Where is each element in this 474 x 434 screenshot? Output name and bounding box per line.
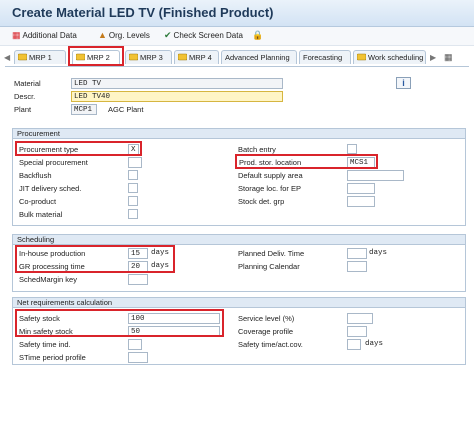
- tab-scroll-left-icon[interactable]: ◀: [4, 53, 10, 62]
- additional-data-button[interactable]: ▦ Additional Data: [12, 29, 77, 42]
- tab-mrp-3[interactable]: MRP 3: [125, 50, 172, 64]
- default-supply-area-label: Default supply area: [238, 171, 303, 180]
- tab-status-icon: [177, 52, 188, 61]
- org-levels-icon: ▲: [98, 30, 107, 40]
- batch-entry-label: Batch entry: [238, 145, 276, 154]
- plant-name: AGC Plant: [108, 105, 144, 114]
- highlight-safety-stock: [15, 309, 224, 337]
- check-screen-data-icon: ✔: [164, 30, 172, 40]
- description-field[interactable]: LED TV40: [71, 91, 283, 102]
- highlight-scheduling-times: [15, 245, 175, 273]
- check-screen-data-button[interactable]: ✔ Check Screen Data: [164, 29, 243, 42]
- stock-det-grp-label: Stock det. grp: [238, 197, 285, 206]
- net-requirements-group-title: Net requirements calculation: [13, 298, 465, 308]
- storage-loc-ep-label: Storage loc. for EP: [238, 184, 301, 193]
- batch-entry-checkbox[interactable]: [347, 144, 357, 154]
- schedmargin-key-label: SchedMargin key: [19, 275, 77, 284]
- tab-status-icon: [356, 52, 367, 61]
- tab-advanced-planning[interactable]: Advanced Planning: [221, 50, 297, 64]
- additional-data-label: Additional Data: [22, 31, 77, 40]
- safety-time-actcov-field[interactable]: [347, 339, 361, 350]
- info-icon[interactable]: i: [396, 77, 411, 89]
- tab-mrp-4[interactable]: MRP 4: [174, 50, 219, 64]
- tab-mrp-1[interactable]: MRP 1: [14, 50, 66, 64]
- tab-label: MRP 1: [29, 53, 52, 62]
- highlight-procurement-type: [15, 141, 142, 156]
- tab-label: MRP 3: [140, 53, 163, 62]
- bulk-material-checkbox[interactable]: [128, 209, 138, 219]
- safety-time-ind-label: Safety time ind.: [19, 340, 71, 349]
- plant-code-field[interactable]: MCP1: [71, 104, 97, 115]
- bulk-material-label: Bulk material: [19, 210, 63, 219]
- highlight-prod-stor-location: [235, 154, 378, 169]
- co-product-label: Co-product: [19, 197, 57, 206]
- schedmargin-key-field[interactable]: [128, 274, 148, 285]
- safety-time-actcov-label: Safety time/act.cov.: [238, 340, 303, 349]
- storage-loc-ep-field[interactable]: [347, 183, 375, 194]
- stock-det-grp-field[interactable]: [347, 196, 375, 207]
- scheduling-group-title: Scheduling: [13, 235, 465, 245]
- backflush-label: Backflush: [19, 171, 52, 180]
- coverage-profile-field[interactable]: [347, 326, 367, 337]
- tab-list-icon[interactable]: ▦: [444, 52, 453, 63]
- jit-delivery-checkbox[interactable]: [128, 183, 138, 193]
- coverage-profile-label: Coverage profile: [238, 327, 294, 336]
- safety-time-actcov-unit: days: [365, 340, 384, 348]
- additional-data-icon: ▦: [12, 30, 21, 40]
- tab-label: MRP 4: [189, 53, 212, 62]
- tab-label: Forecasting: [303, 53, 343, 62]
- highlight-tab-mrp-2: [68, 46, 124, 66]
- lock-icon: 🔒: [252, 30, 264, 40]
- org-levels-button[interactable]: ▲ Org. Levels: [98, 29, 150, 42]
- default-supply-area-field[interactable]: [347, 170, 404, 181]
- tab-work-scheduling[interactable]: Work scheduling: [353, 50, 426, 64]
- stime-period-profile-label: STime period profile: [19, 353, 86, 362]
- org-levels-label: Org. Levels: [108, 31, 150, 40]
- safety-time-ind-field[interactable]: [128, 339, 142, 350]
- stime-period-profile-field[interactable]: [128, 352, 148, 363]
- special-procurement-label: Special procurement: [19, 158, 88, 167]
- tab-forecasting[interactable]: Forecasting: [299, 50, 351, 64]
- service-level-label: Service level (%): [238, 314, 295, 323]
- planning-calendar-label: Planning Calendar: [238, 262, 300, 271]
- co-product-checkbox[interactable]: [128, 196, 138, 206]
- service-level-field[interactable]: [347, 313, 373, 324]
- plant-label: Plant: [14, 105, 32, 114]
- planned-deliv-time-field[interactable]: [347, 248, 367, 259]
- tab-label: Advanced Planning: [225, 53, 290, 62]
- page-title: Create Material LED TV (Finished Product…: [12, 5, 274, 20]
- planned-deliv-time-label: Planned Deliv. Time: [238, 249, 305, 258]
- backflush-checkbox[interactable]: [128, 170, 138, 180]
- application-toolbar: ▦ Additional Data ▲ Org. Levels ✔ Check Scr…: [0, 27, 474, 46]
- check-screen-data-label: Check Screen Data: [173, 31, 243, 40]
- material-field[interactable]: LED TV: [71, 78, 283, 89]
- jit-delivery-label: JIT delivery sched.: [19, 184, 82, 193]
- tab-scroll-right-icon[interactable]: ▶: [430, 53, 436, 62]
- special-procurement-field[interactable]: [128, 157, 142, 168]
- tab-status-icon: [17, 52, 28, 61]
- material-label: Material: [14, 79, 41, 88]
- planning-calendar-field[interactable]: [347, 261, 367, 272]
- procurement-group-title: Procurement: [13, 129, 465, 139]
- window-title-bar: Create Material LED TV (Finished Product…: [0, 0, 474, 27]
- lock-button[interactable]: 🔒: [252, 29, 265, 42]
- tab-content-border: [5, 66, 469, 67]
- tab-label: Work scheduling: [368, 53, 424, 62]
- descr-label: Descr.: [14, 92, 36, 101]
- planned-deliv-time-unit: days: [369, 249, 388, 257]
- tab-status-icon: [128, 52, 139, 61]
